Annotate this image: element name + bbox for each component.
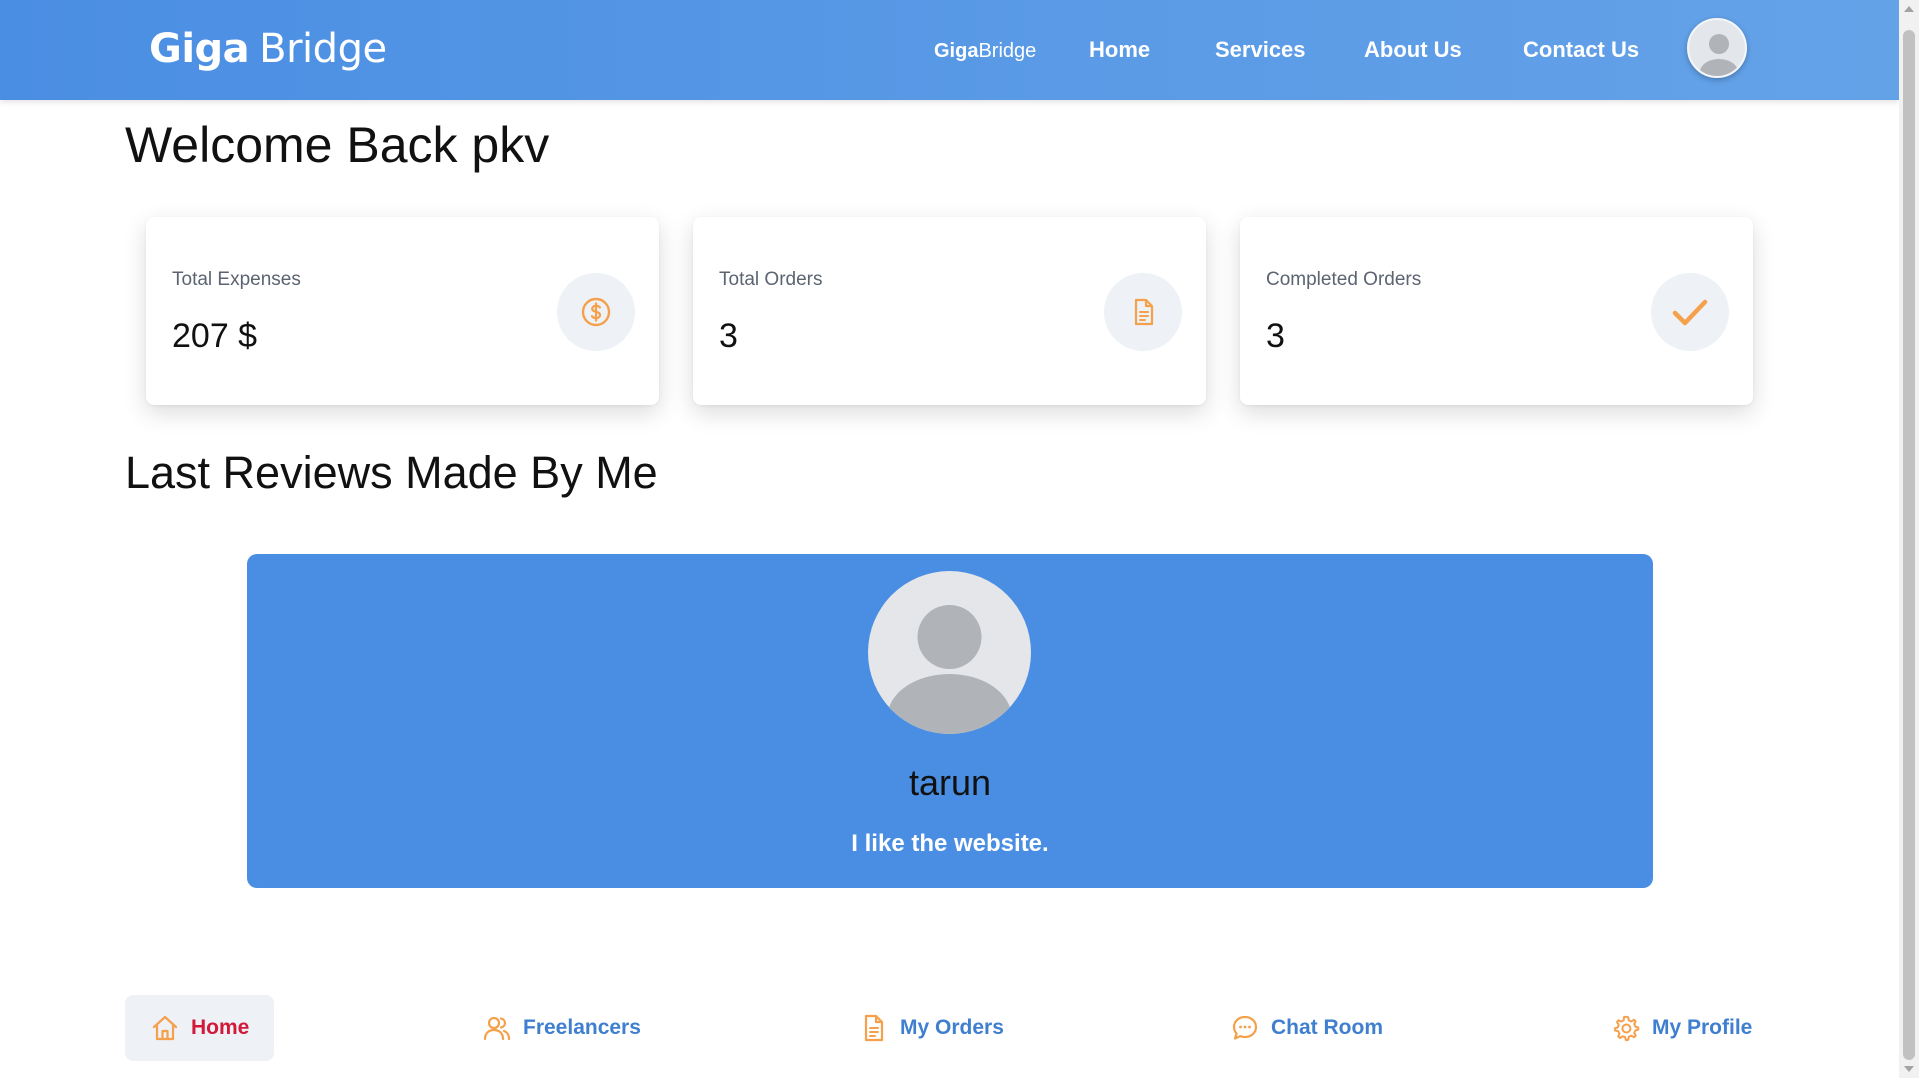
- user-avatar-icon: [887, 605, 1012, 734]
- brand-logo[interactable]: Giga Bridge: [149, 26, 387, 72]
- chat-icon: [1231, 1014, 1259, 1042]
- scroll-up-arrow-icon[interactable]: [1904, 6, 1914, 12]
- bottom-nav-label: Freelancers: [523, 1016, 641, 1039]
- user-avatar-icon: [1700, 34, 1738, 76]
- top-navbar: Giga Bridge GigaBridge Home Services Abou…: [0, 0, 1899, 100]
- reviewer-avatar: [868, 571, 1031, 734]
- user-avatar-button[interactable]: [1687, 18, 1747, 78]
- reviews-heading: Last Reviews Made By Me: [125, 447, 658, 498]
- stat-label: Completed Orders: [1266, 269, 1422, 290]
- brand-logo-regular: Bridge: [259, 26, 387, 72]
- bottom-nav-home[interactable]: Home: [125, 995, 274, 1061]
- review-text: I like the website.: [851, 830, 1049, 857]
- nav-contact-link[interactable]: Contact Us: [1523, 37, 1639, 63]
- stat-value: 207 $: [172, 317, 258, 355]
- check-icon: [1672, 299, 1708, 326]
- bottom-nav-label: Chat Room: [1271, 1016, 1383, 1039]
- stat-card-total-expenses: Total Expenses 207 $: [146, 217, 659, 405]
- bottom-nav-my-profile[interactable]: My Profile: [1612, 995, 1752, 1061]
- bottom-nav-my-orders[interactable]: My Orders: [860, 995, 1004, 1061]
- review-card: tarun I like the website.: [247, 554, 1653, 888]
- bottom-nav-label: Home: [191, 1016, 250, 1039]
- scrollbar-thumb[interactable]: [1903, 30, 1915, 1060]
- home-icon: [151, 1014, 179, 1042]
- nav-brand-regular: Bridge: [978, 40, 1037, 62]
- document-icon: [860, 1014, 888, 1042]
- page: Giga Bridge GigaBridge Home Services Abou…: [0, 0, 1919, 1078]
- bottom-nav-label: My Profile: [1652, 1016, 1753, 1039]
- stat-icon-wrap: [1651, 273, 1729, 351]
- nav-services-link[interactable]: Services: [1215, 37, 1306, 63]
- stat-card-total-orders: Total Orders 3: [693, 217, 1206, 405]
- dollar-icon: [581, 297, 611, 327]
- stat-card-completed-orders: Completed Orders 3: [1240, 217, 1753, 405]
- reviewer-name: tarun: [908, 762, 992, 803]
- page-scrollbar[interactable]: [1899, 0, 1919, 1078]
- bottom-nav-chat-room[interactable]: Chat Room: [1231, 995, 1383, 1061]
- nav-brand-bold: Giga: [934, 40, 979, 62]
- nav-about-link[interactable]: About Us: [1364, 37, 1462, 63]
- stat-value: 3: [719, 317, 738, 355]
- stat-value: 3: [1266, 317, 1285, 355]
- users-icon: [483, 1014, 511, 1042]
- nav-home-link[interactable]: Home: [1089, 37, 1150, 63]
- bottom-nav-freelancers[interactable]: Freelancers: [483, 995, 641, 1061]
- brand-logo-bold: Giga: [149, 26, 250, 72]
- scroll-down-arrow-icon[interactable]: [1904, 1066, 1914, 1072]
- stat-label: Total Orders: [719, 269, 823, 290]
- gear-icon: [1612, 1014, 1640, 1042]
- document-icon: [1134, 298, 1154, 326]
- welcome-heading: Welcome Back pkv: [125, 117, 550, 173]
- nav-brand-link[interactable]: GigaBridge: [934, 40, 1036, 63]
- stat-icon-wrap: [1104, 273, 1182, 351]
- stat-label: Total Expenses: [172, 269, 301, 290]
- stat-icon-wrap: [557, 273, 635, 351]
- bottom-nav-label: My Orders: [900, 1016, 1004, 1039]
